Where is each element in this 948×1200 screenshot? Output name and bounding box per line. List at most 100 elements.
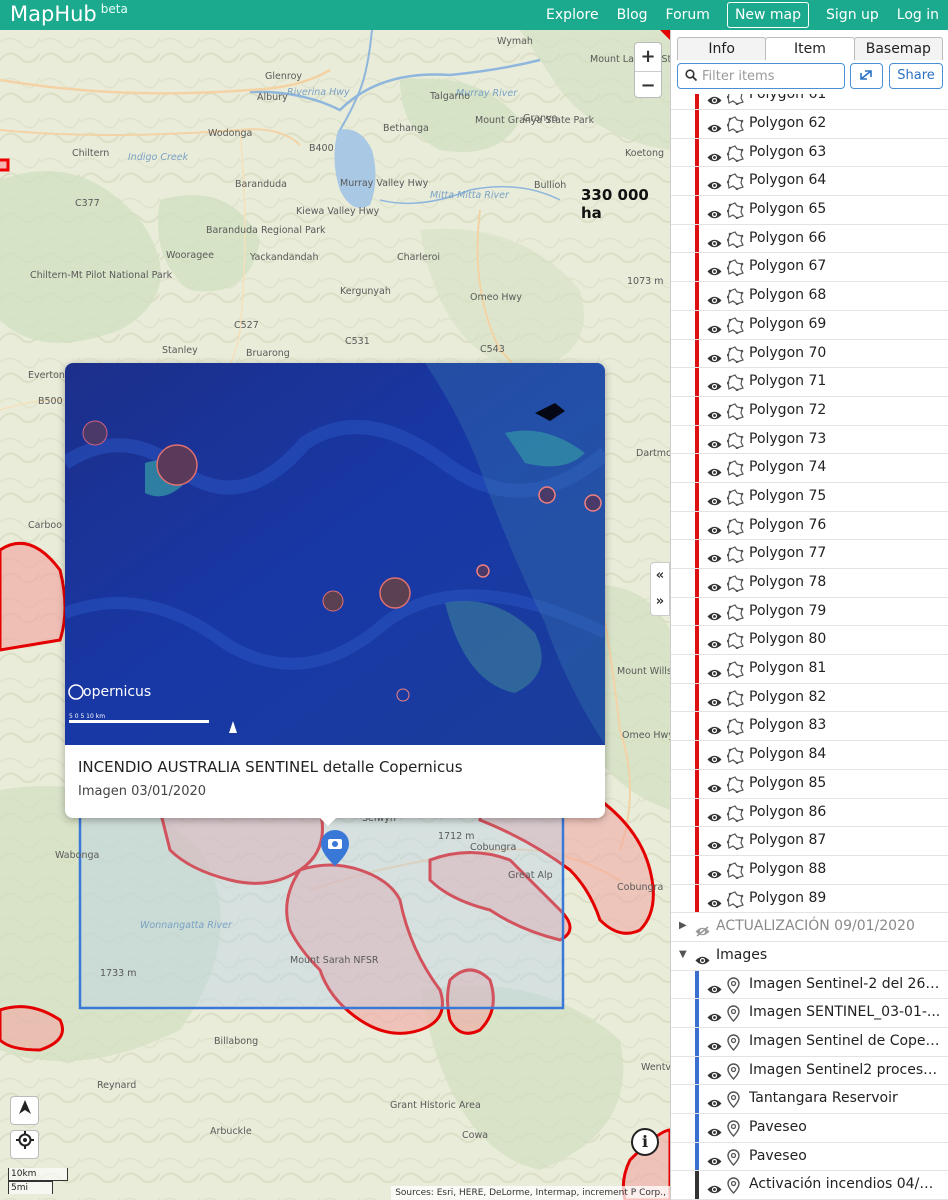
eye-icon[interactable] [707,209,722,220]
tab-basemap[interactable]: Basemap [853,37,943,60]
list-item[interactable]: Polygon 87 [671,827,948,856]
list-item[interactable]: Imagen Sentinel2 process... [671,1056,948,1086]
new-map-button[interactable]: New map [726,2,810,28]
list-item[interactable]: Imagen Sentinel-2 del 26-... [671,970,948,1000]
list-item[interactable]: Polygon 65 [671,196,948,225]
eye-icon[interactable] [707,611,722,622]
list-item[interactable]: Polygon 72 [671,396,948,426]
list-item[interactable]: Polygon 69 [671,310,948,340]
eye-icon[interactable] [707,95,722,106]
eye-icon[interactable] [707,840,722,851]
list-item[interactable]: Polygon 71 [671,368,948,397]
share-button[interactable]: Share [889,63,943,89]
list-item[interactable]: Polygon 77 [671,540,948,569]
nav-blog-link[interactable]: Blog [608,7,657,23]
list-item[interactable]: Imagen SENTINEL_03-01-... [671,999,948,1028]
eye-icon[interactable] [707,697,722,708]
tab-info[interactable]: Info [677,37,767,60]
collapse-right-icon[interactable]: » [651,589,669,615]
layer-group-actualizacion[interactable]: ▶ ACTUALIZACIÓN 09/01/2020 [671,913,948,942]
eye-icon[interactable] [707,439,722,450]
eye-icon[interactable] [707,582,722,593]
list-item[interactable]: Polygon 67 [671,253,948,283]
list-item[interactable]: Polygon 81 [671,655,948,684]
list-item[interactable]: Polygon 88 [671,855,948,885]
list-item[interactable]: Polygon 64 [671,167,948,197]
eye-icon[interactable] [707,496,722,507]
eye-icon[interactable] [707,984,722,995]
list-item[interactable]: Polygon 70 [671,339,948,369]
zoom-out-button[interactable]: − [635,71,661,99]
eye-icon[interactable] [707,353,722,364]
list-item[interactable]: Polygon 68 [671,282,948,311]
list-item[interactable]: Polygon 76 [671,511,948,541]
eye-icon[interactable] [707,1070,722,1081]
eye-icon[interactable] [707,324,722,335]
list-item[interactable]: Polygon 89 [671,884,948,914]
eye-icon[interactable] [707,783,722,794]
layer-group-images[interactable]: ▼ Images [671,942,948,971]
list-item[interactable]: Paveseo [671,1142,948,1172]
list-item[interactable]: Polygon 83 [671,712,948,742]
eye-icon[interactable] [707,381,722,392]
nav-explore-link[interactable]: Explore [537,7,608,23]
eye-icon[interactable] [707,1127,722,1138]
eye-icon[interactable] [707,639,722,650]
list-item[interactable]: Polygon 61 [671,94,948,110]
eye-icon[interactable] [707,725,722,736]
sidebar-toggle[interactable]: « » [650,562,670,616]
list-item[interactable]: Polygon 62 [671,110,948,139]
list-item[interactable]: Polygon 80 [671,626,948,656]
brand-logo[interactable]: MapHub beta [10,2,128,26]
eye-icon[interactable] [707,869,722,880]
eye-icon[interactable] [707,898,722,909]
eye-off-icon[interactable] [695,926,710,937]
list-item[interactable]: Polygon 82 [671,683,948,713]
tab-item[interactable]: Item [765,37,855,60]
eye-icon[interactable] [707,410,722,421]
sign-up-link[interactable]: Sign up [817,7,888,23]
eye-icon[interactable] [707,553,722,564]
eye-icon[interactable] [707,180,722,191]
collapse-left-icon[interactable]: « [651,563,669,589]
eye-icon[interactable] [707,152,722,163]
eye-icon[interactable] [707,123,722,134]
eye-icon[interactable] [707,525,722,536]
eye-icon[interactable] [707,1098,722,1109]
eye-icon[interactable] [707,668,722,679]
eye-icon[interactable] [707,754,722,765]
eye-icon[interactable] [707,295,722,306]
list-item[interactable]: Polygon 75 [671,482,948,512]
log-in-link[interactable]: Log in [888,7,948,23]
list-item[interactable]: Polygon 74 [671,454,948,483]
eye-icon[interactable] [707,266,722,277]
eye-icon[interactable] [707,238,722,249]
list-item[interactable]: Polygon 84 [671,741,948,770]
eye-icon[interactable] [707,1012,722,1023]
caret-down-icon[interactable]: ▼ [679,949,687,960]
list-item[interactable]: Polygon 66 [671,224,948,254]
north-arrow-button[interactable] [10,1096,39,1125]
eye-icon[interactable] [707,1184,722,1195]
list-item[interactable]: Paveseo [671,1114,948,1143]
list-item[interactable]: Polygon 79 [671,597,948,627]
list-item[interactable]: Polygon 78 [671,569,948,598]
caret-right-icon[interactable]: ▶ [679,920,687,931]
list-item[interactable]: Imagen Sentinel de Coper... [671,1028,948,1057]
list-item[interactable]: Polygon 85 [671,769,948,799]
nav-forum-link[interactable]: Forum [657,7,719,23]
filter-items-input[interactable] [702,67,842,85]
zoom-in-button[interactable]: + [635,43,661,71]
expand-button[interactable] [850,63,883,89]
eye-icon[interactable] [707,1156,722,1167]
eye-icon[interactable] [707,467,722,478]
locate-button[interactable] [10,1130,39,1159]
eye-icon[interactable] [707,1041,722,1052]
info-button[interactable]: i [631,1128,659,1156]
list-item[interactable]: Activación incendios 04/0... [671,1171,948,1200]
eye-icon[interactable] [695,955,710,966]
list-item[interactable]: Polygon 73 [671,425,948,455]
list-item[interactable]: Tantangara Reservoir [671,1085,948,1115]
eye-icon[interactable] [707,812,722,823]
list-item[interactable]: Polygon 86 [671,798,948,828]
